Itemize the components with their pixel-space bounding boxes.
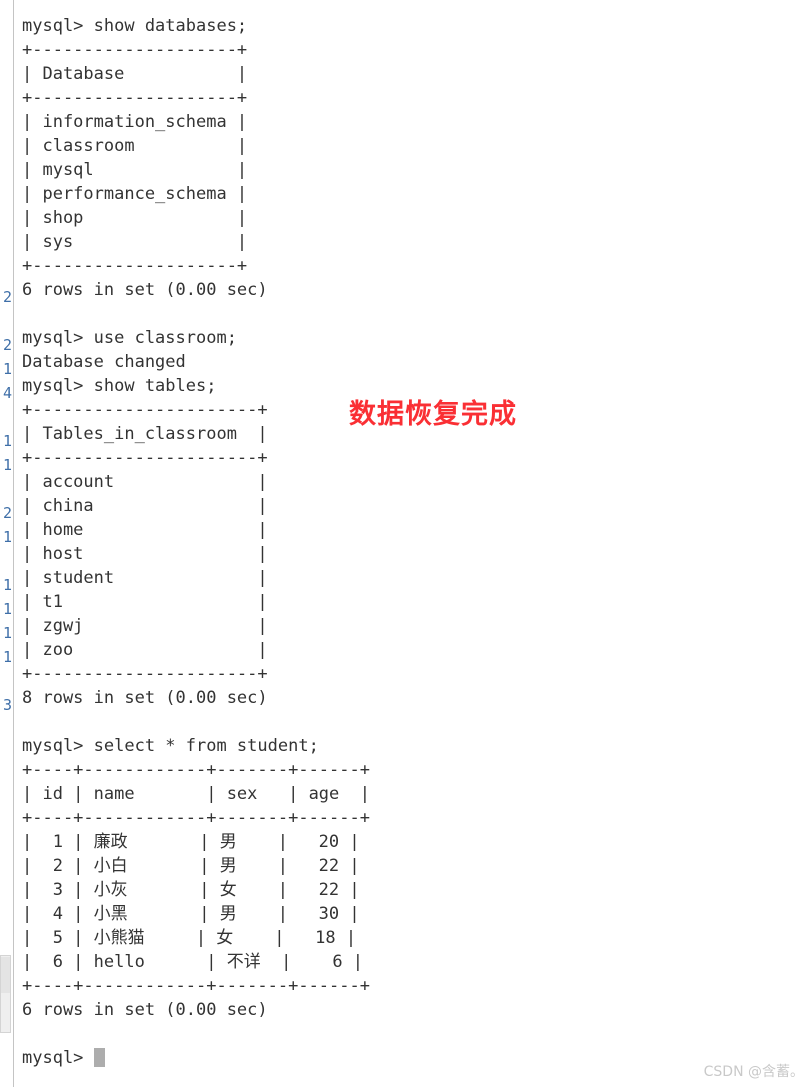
gutter-line-number: 2 (2, 504, 12, 522)
gutter-line-number: 1 (2, 360, 12, 378)
gutter-line-number: 1 (2, 600, 12, 618)
terminal-line: | host | (22, 544, 268, 564)
terminal-line: +----+------------+-------+------+ (22, 808, 370, 828)
terminal-line: | account | (22, 472, 268, 492)
terminal-line: | 3 | 小灰 | 女 | 22 | (22, 880, 360, 900)
terminal-line: 8 rows in set (0.00 sec) (22, 688, 268, 708)
terminal-line: +--------------------+ (22, 256, 248, 276)
terminal-line: | china | (22, 496, 268, 516)
terminal-line: | zgwj | (22, 616, 268, 636)
terminal-prompt-line[interactable]: mysql> (22, 1046, 542, 1070)
terminal-line: | 6 | hello | 不详 | 6 | (22, 952, 364, 972)
terminal-line: mysql> use classroom; (22, 328, 237, 348)
terminal-line: +----+------------+-------+------+ (22, 760, 370, 780)
csdn-watermark: CSDN @含蓄。 (703, 1064, 804, 1080)
terminal-line: Database changed (22, 352, 186, 372)
terminal-line: mysql> select * from student; (22, 736, 319, 756)
terminal-line: | t1 | (22, 592, 268, 612)
line-number-gutter: 2 2 1 4 1 1 2 1 1 1 1 1 3 (0, 0, 14, 1087)
terminal-line: | performance_schema | (22, 184, 248, 204)
terminal-line: | shop | (22, 208, 248, 228)
terminal-line: 6 rows in set (0.00 sec) (22, 280, 268, 300)
terminal-output[interactable]: mysql> show databases; +-----------------… (22, 14, 542, 1070)
terminal-line: | student | (22, 568, 268, 588)
terminal-line: +----------------------+ (22, 664, 268, 684)
gutter-line-number: 1 (2, 456, 12, 474)
terminal-line: | 2 | 小白 | 男 | 22 | (22, 856, 360, 876)
text-cursor (93, 1048, 105, 1067)
terminal-line: | id | name | sex | age | (22, 784, 370, 804)
gutter-line-number: 1 (2, 432, 12, 450)
terminal-line: | zoo | (22, 640, 268, 660)
gutter-line-number: 4 (2, 384, 12, 402)
terminal-line: | information_schema | (22, 112, 248, 132)
terminal-line: mysql> show databases; (22, 16, 248, 36)
gutter-line-number: 1 (2, 648, 12, 666)
vertical-scrollbar-thumb[interactable] (1, 957, 10, 993)
gutter-line-number: 2 (2, 336, 12, 354)
terminal-line: +----+------------+-------+------+ (22, 976, 370, 996)
terminal-line: | mysql | (22, 160, 248, 180)
gutter-line-number: 1 (2, 624, 12, 642)
terminal-line: | 5 | 小熊猫 | 女 | 18 | (22, 928, 357, 948)
gutter-line-number: 1 (2, 576, 12, 594)
annotation-data-recovery-complete: 数据恢复完成 (349, 399, 517, 430)
terminal-line: | 1 | 廉政 | 男 | 20 | (22, 832, 360, 852)
gutter-line-number: 1 (2, 528, 12, 546)
gutter-line-number: 3 (2, 696, 12, 714)
terminal-line: +--------------------+ (22, 40, 248, 60)
terminal-line: | sys | (22, 232, 248, 252)
gutter-line-number: 2 (2, 288, 12, 306)
terminal-line: +----------------------+ (22, 448, 268, 468)
prompt-label: mysql> (22, 1048, 94, 1068)
terminal-line: | Database | (22, 64, 248, 84)
terminal-line: | 4 | 小黑 | 男 | 30 | (22, 904, 360, 924)
terminal-line: 6 rows in set (0.00 sec) (22, 1000, 268, 1020)
terminal-line: | classroom | (22, 136, 248, 156)
terminal-line: | home | (22, 520, 268, 540)
terminal-line: +--------------------+ (22, 88, 248, 108)
